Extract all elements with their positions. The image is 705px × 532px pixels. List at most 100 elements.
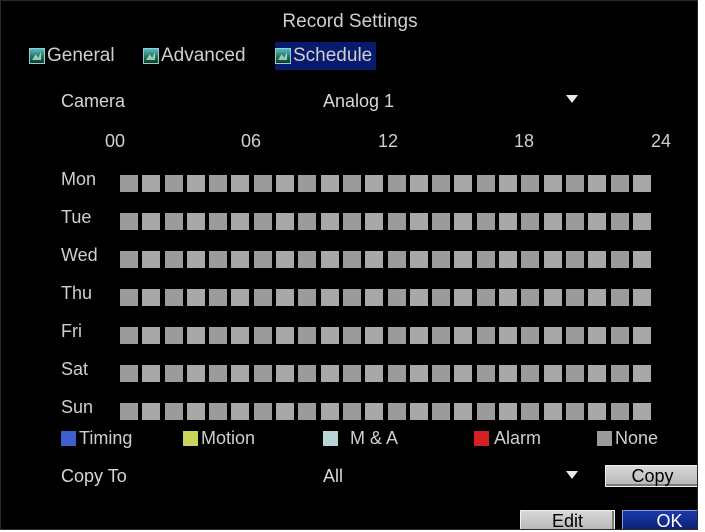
schedule-cell[interactable] xyxy=(276,327,295,344)
schedule-cell[interactable] xyxy=(186,327,205,344)
schedule-cell[interactable] xyxy=(543,289,562,306)
schedule-cell[interactable] xyxy=(387,213,406,230)
schedule-cell[interactable] xyxy=(499,365,518,382)
schedule-cell[interactable] xyxy=(588,403,607,420)
schedule-cell[interactable] xyxy=(209,213,228,230)
schedule-cell[interactable] xyxy=(521,213,540,230)
schedule-cell[interactable] xyxy=(320,365,339,382)
schedule-cell[interactable] xyxy=(253,327,272,344)
schedule-cell[interactable] xyxy=(387,327,406,344)
schedule-cell[interactable] xyxy=(565,175,584,192)
schedule-cell[interactable] xyxy=(432,403,451,420)
schedule-cell[interactable] xyxy=(632,289,651,306)
copy-to-select[interactable]: All xyxy=(323,466,343,487)
schedule-cell[interactable] xyxy=(209,327,228,344)
schedule-cell[interactable] xyxy=(588,175,607,192)
schedule-cell[interactable] xyxy=(120,251,138,268)
schedule-cell[interactable] xyxy=(365,403,384,420)
schedule-cell[interactable] xyxy=(610,403,629,420)
schedule-cell[interactable] xyxy=(276,289,295,306)
schedule-cell[interactable] xyxy=(298,327,317,344)
schedule-row[interactable] xyxy=(120,213,655,230)
schedule-cell[interactable] xyxy=(588,251,607,268)
schedule-row[interactable] xyxy=(120,289,655,306)
schedule-cell[interactable] xyxy=(409,365,428,382)
schedule-cell[interactable] xyxy=(164,213,183,230)
schedule-cell[interactable] xyxy=(588,213,607,230)
dropdown-arrow-icon[interactable] xyxy=(565,469,579,483)
schedule-cell[interactable] xyxy=(120,289,138,306)
schedule-cell[interactable] xyxy=(409,289,428,306)
schedule-cell[interactable] xyxy=(120,327,138,344)
schedule-cell[interactable] xyxy=(454,365,473,382)
schedule-cell[interactable] xyxy=(365,213,384,230)
schedule-cell[interactable] xyxy=(610,213,629,230)
schedule-cell[interactable] xyxy=(632,403,651,420)
schedule-cell[interactable] xyxy=(565,365,584,382)
schedule-cell[interactable] xyxy=(320,327,339,344)
schedule-cell[interactable] xyxy=(565,213,584,230)
schedule-cell[interactable] xyxy=(365,251,384,268)
dropdown-arrow-icon[interactable] xyxy=(565,93,579,107)
schedule-cell[interactable] xyxy=(142,289,161,306)
schedule-cell[interactable] xyxy=(432,175,451,192)
schedule-cell[interactable] xyxy=(320,251,339,268)
schedule-cell[interactable] xyxy=(521,327,540,344)
schedule-cell[interactable] xyxy=(142,175,161,192)
schedule-cell[interactable] xyxy=(186,289,205,306)
schedule-cell[interactable] xyxy=(499,327,518,344)
schedule-cell[interactable] xyxy=(231,175,250,192)
schedule-row[interactable] xyxy=(120,403,655,420)
schedule-cell[interactable] xyxy=(476,327,495,344)
schedule-cell[interactable] xyxy=(164,175,183,192)
tab-general[interactable]: General xyxy=(29,42,115,70)
schedule-cell[interactable] xyxy=(342,251,361,268)
schedule-cell[interactable] xyxy=(387,403,406,420)
schedule-cell[interactable] xyxy=(543,365,562,382)
schedule-cell[interactable] xyxy=(164,403,183,420)
schedule-cell[interactable] xyxy=(365,327,384,344)
schedule-cell[interactable] xyxy=(387,175,406,192)
schedule-cell[interactable] xyxy=(521,175,540,192)
schedule-cell[interactable] xyxy=(454,327,473,344)
schedule-cell[interactable] xyxy=(253,403,272,420)
schedule-cell[interactable] xyxy=(499,251,518,268)
schedule-cell[interactable] xyxy=(499,213,518,230)
schedule-cell[interactable] xyxy=(342,289,361,306)
schedule-cell[interactable] xyxy=(253,365,272,382)
schedule-cell[interactable] xyxy=(432,289,451,306)
schedule-cell[interactable] xyxy=(476,289,495,306)
schedule-cell[interactable] xyxy=(164,327,183,344)
schedule-cell[interactable] xyxy=(320,289,339,306)
schedule-cell[interactable] xyxy=(476,251,495,268)
schedule-cell[interactable] xyxy=(298,403,317,420)
schedule-cell[interactable] xyxy=(298,213,317,230)
schedule-cell[interactable] xyxy=(632,251,651,268)
schedule-cell[interactable] xyxy=(253,251,272,268)
schedule-cell[interactable] xyxy=(164,365,183,382)
schedule-cell[interactable] xyxy=(365,289,384,306)
schedule-cell[interactable] xyxy=(342,213,361,230)
schedule-cell[interactable] xyxy=(298,251,317,268)
schedule-cell[interactable] xyxy=(342,365,361,382)
schedule-cell[interactable] xyxy=(231,365,250,382)
schedule-cell[interactable] xyxy=(610,327,629,344)
schedule-cell[interactable] xyxy=(454,289,473,306)
schedule-cell[interactable] xyxy=(454,251,473,268)
schedule-cell[interactable] xyxy=(499,289,518,306)
schedule-cell[interactable] xyxy=(276,251,295,268)
schedule-cell[interactable] xyxy=(142,251,161,268)
schedule-cell[interactable] xyxy=(186,365,205,382)
schedule-cell[interactable] xyxy=(186,251,205,268)
schedule-cell[interactable] xyxy=(253,289,272,306)
schedule-cell[interactable] xyxy=(499,403,518,420)
schedule-cell[interactable] xyxy=(610,251,629,268)
schedule-cell[interactable] xyxy=(565,327,584,344)
schedule-cell[interactable] xyxy=(387,251,406,268)
schedule-cell[interactable] xyxy=(209,289,228,306)
schedule-cell[interactable] xyxy=(365,365,384,382)
schedule-cell[interactable] xyxy=(409,213,428,230)
schedule-cell[interactable] xyxy=(387,289,406,306)
schedule-cell[interactable] xyxy=(298,365,317,382)
schedule-cell[interactable] xyxy=(120,403,138,420)
